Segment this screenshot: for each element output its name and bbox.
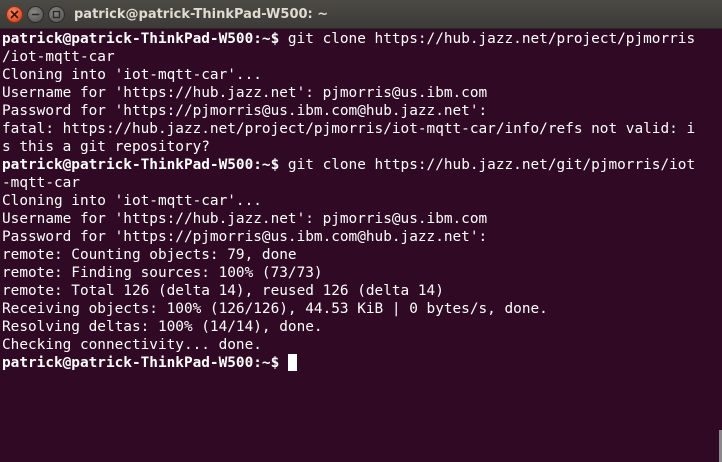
terminal-line: patrick@patrick-ThinkPad-W500:~$ [2, 354, 718, 372]
maximize-button[interactable] [48, 6, 65, 23]
terminal-text: remote: Total 126 (delta 14), reused 126… [2, 283, 444, 299]
terminal-line: remote: Counting objects: 79, done [2, 246, 718, 264]
terminal-text: Resolving deltas: 100% (14/14), done. [2, 319, 323, 335]
terminal-line: remote: Total 126 (delta 14), reused 126… [2, 282, 718, 300]
terminal-text: Password for 'https://pjmorris@us.ibm.co… [2, 229, 488, 245]
terminal-text: Username for 'https://hub.jazz.net': pjm… [2, 211, 488, 227]
close-button[interactable] [6, 6, 23, 23]
terminal-text: -mqtt-car [2, 175, 80, 191]
minimize-icon [31, 13, 40, 16]
terminal-line: Resolving deltas: 100% (14/14), done. [2, 318, 718, 336]
terminal-line: /iot-mqtt-car [2, 48, 718, 66]
terminal-line: Password for 'https://pjmorris@us.ibm.co… [2, 102, 718, 120]
terminal-line: Cloning into 'iot-mqtt-car'... [2, 192, 718, 210]
terminal-text: /iot-mqtt-car [2, 49, 115, 65]
terminal-line: patrick@patrick-ThinkPad-W500:~$ git clo… [2, 156, 718, 174]
terminal-line: Password for 'https://pjmorris@us.ibm.co… [2, 228, 718, 246]
terminal-text: Receiving objects: 100% (126/126), 44.53… [2, 301, 548, 317]
terminal-text: s this a git repository? [2, 139, 210, 155]
terminal-line: Receiving objects: 100% (126/126), 44.53… [2, 300, 718, 318]
terminal-text: git clone https://hub.jazz.net/git/pjmor… [279, 157, 696, 173]
terminal-window: patrick@patrick-ThinkPad-W500: ~ patrick… [0, 0, 722, 462]
terminal-line: Username for 'https://hub.jazz.net': pjm… [2, 210, 718, 228]
terminal-line: -mqtt-car [2, 174, 718, 192]
terminal-line: Cloning into 'iot-mqtt-car'... [2, 66, 718, 84]
maximize-icon [52, 10, 61, 19]
terminal-text: remote: Finding sources: 100% (73/73) [2, 265, 323, 281]
terminal-line: s this a git repository? [2, 138, 718, 156]
terminal-line: patrick@patrick-ThinkPad-W500:~$ git clo… [2, 30, 718, 48]
terminal-text: Username for 'https://hub.jazz.net': pjm… [2, 85, 488, 101]
terminal-output[interactable]: patrick@patrick-ThinkPad-W500:~$ git clo… [2, 30, 718, 462]
terminal-text: Password for 'https://pjmorris@us.ibm.co… [2, 103, 488, 119]
window-title: patrick@patrick-ThinkPad-W500: ~ [74, 7, 329, 22]
minimize-button[interactable] [27, 6, 44, 23]
terminal-text: remote: Counting objects: 79, done [2, 247, 297, 263]
terminal-text: Checking connectivity... done. [2, 337, 262, 353]
shell-prompt: patrick@patrick-ThinkPad-W500:~$ [2, 355, 280, 371]
terminal-text: Cloning into 'iot-mqtt-car'... [2, 67, 262, 83]
terminal-line: remote: Finding sources: 100% (73/73) [2, 264, 718, 282]
text-cursor [287, 354, 297, 371]
terminal-line: fatal: https://hub.jazz.net/project/pjmo… [2, 120, 718, 138]
terminal-text: fatal: https://hub.jazz.net/project/pjmo… [2, 121, 696, 137]
terminal-line: Checking connectivity... done. [2, 336, 718, 354]
terminal-text: git clone https://hub.jazz.net/project/p… [279, 31, 696, 47]
title-bar[interactable]: patrick@patrick-ThinkPad-W500: ~ [0, 0, 722, 29]
terminal-text: Cloning into 'iot-mqtt-car'... [2, 193, 262, 209]
close-icon [10, 10, 19, 19]
terminal-line: Username for 'https://hub.jazz.net': pjm… [2, 84, 718, 102]
shell-prompt: patrick@patrick-ThinkPad-W500:~$ [2, 31, 280, 47]
shell-prompt: patrick@patrick-ThinkPad-W500:~$ [2, 157, 280, 173]
